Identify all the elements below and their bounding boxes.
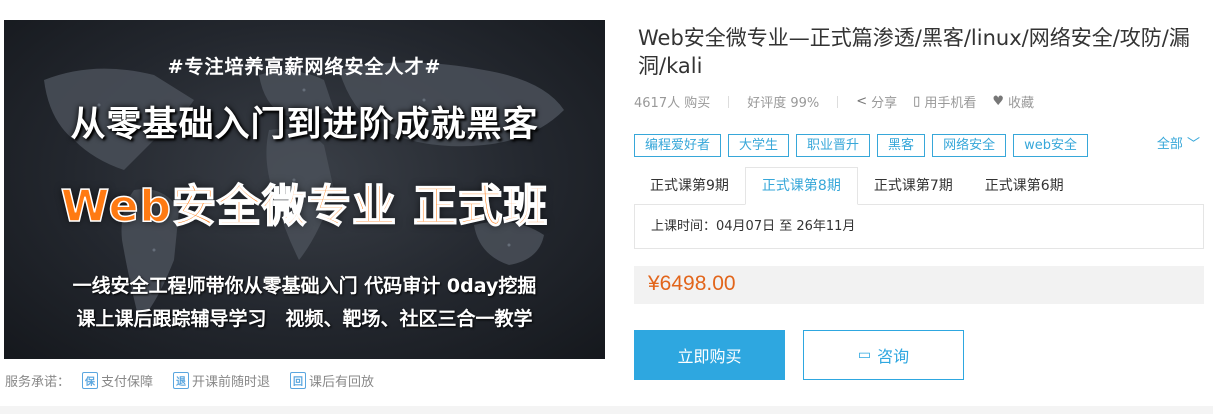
tag-network-security[interactable]: 网络安全 xyxy=(932,134,1007,157)
consult-label: 咨询 xyxy=(877,347,910,366)
buy-now-button[interactable]: 立即购买 xyxy=(634,330,785,380)
banner-hashtag: #专注培养高薪网络安全人才# xyxy=(167,56,442,78)
price-box: ¥6498.00 xyxy=(634,266,1204,304)
favorite-link[interactable]: ♥ 收藏 xyxy=(992,92,1034,111)
rating: 好评度 99% xyxy=(747,96,820,111)
promise-label: 支付保障 xyxy=(101,374,154,390)
promise-label: 课后有回放 xyxy=(309,374,375,390)
divider xyxy=(837,95,839,108)
page-divider xyxy=(0,406,1213,414)
payment-guarantee-icon: 保 xyxy=(82,371,99,389)
course-stats: 4617人 购买 好评度 99% < 分享 ▯ 用手机看 ♥ 收藏 xyxy=(634,92,1050,111)
tab-period-7[interactable]: 正式课第7期 xyxy=(858,167,969,205)
heart-icon: ♥ xyxy=(992,94,1004,109)
tag-career-promotion[interactable]: 职业晋升 xyxy=(796,134,871,157)
all-tags-toggle[interactable]: 全部 ﹀ xyxy=(1157,134,1200,155)
course-info-panel: Web安全微专业—正式篇渗透/黑客/linux/网络安全/攻防/漏洞/kali … xyxy=(634,24,1206,380)
course-title: Web安全微专业—正式篇渗透/黑客/linux/网络安全/攻防/漏洞/kali xyxy=(638,26,1190,78)
share-label: 分享 xyxy=(871,96,898,111)
divider xyxy=(728,95,730,108)
promise-replay: 回 课后有回放 xyxy=(290,371,374,390)
buyer-count: 4617人 购买 xyxy=(634,96,711,111)
consult-button[interactable]: ▭ 咨询 xyxy=(803,330,964,380)
refund-icon: 退 xyxy=(173,371,190,389)
share-icon: < xyxy=(856,94,868,109)
banner-course-title: Web安全微专业 正式班 xyxy=(60,180,549,233)
promise-payment-guarantee: 保 支付保障 xyxy=(82,371,153,390)
tab-period-9[interactable]: 正式课第9期 xyxy=(634,167,745,205)
service-promises: 服务承诺： 保 支付保障 退 开课前随时退 回 课后有回放 xyxy=(5,370,394,390)
class-schedule: 上课时间：04月07日 至 26年11月 xyxy=(634,204,1204,249)
replay-icon: 回 xyxy=(290,371,307,389)
mobile-view-link[interactable]: ▯ 用手机看 xyxy=(913,92,976,111)
period-tabs: 正式课第9期 正式课第8期 正式课第7期 正式课第6期 xyxy=(634,167,1206,205)
tab-period-6[interactable]: 正式课第6期 xyxy=(969,167,1080,205)
share-link[interactable]: < 分享 xyxy=(856,92,897,111)
mobile-label: 用手机看 xyxy=(924,96,977,111)
banner-headline: 从零基础入门到进阶成就黑客 xyxy=(70,105,539,145)
chevron-down-icon: ﹀ xyxy=(1186,137,1200,152)
tag-web-security[interactable]: web安全 xyxy=(1013,134,1088,157)
phone-icon: ▯ xyxy=(913,94,921,109)
banner-tagline-2: 课上课后跟踪辅导学习 视频、靶场、社区三合一教学 xyxy=(76,308,533,330)
chat-icon: ▭ xyxy=(857,347,872,363)
promise-label: 开课前随时退 xyxy=(192,374,271,390)
tag-programming-fans[interactable]: 编程爱好者 xyxy=(634,134,722,157)
tab-period-8[interactable]: 正式课第8期 xyxy=(744,167,858,205)
service-promises-label: 服务承诺： xyxy=(5,374,71,390)
all-tags-label: 全部 xyxy=(1156,137,1183,152)
tag-list: 编程爱好者 大学生 职业晋升 黑客 网络安全 web安全 全部 ﹀ xyxy=(634,134,1206,157)
banner-tagline-1: 一线安全工程师带你从零基础入门 代码审计 0day挖掘 xyxy=(72,275,537,297)
tag-hacker[interactable]: 黑客 xyxy=(877,134,926,157)
tag-college-students[interactable]: 大学生 xyxy=(728,134,790,157)
course-price: ¥6498.00 xyxy=(648,272,736,295)
course-banner: #专注培养高薪网络安全人才# 从零基础入门到进阶成就黑客 Web安全微专业 正式… xyxy=(4,20,605,359)
favorite-label: 收藏 xyxy=(1008,96,1035,111)
promise-refund: 退 开课前随时退 xyxy=(173,371,270,390)
